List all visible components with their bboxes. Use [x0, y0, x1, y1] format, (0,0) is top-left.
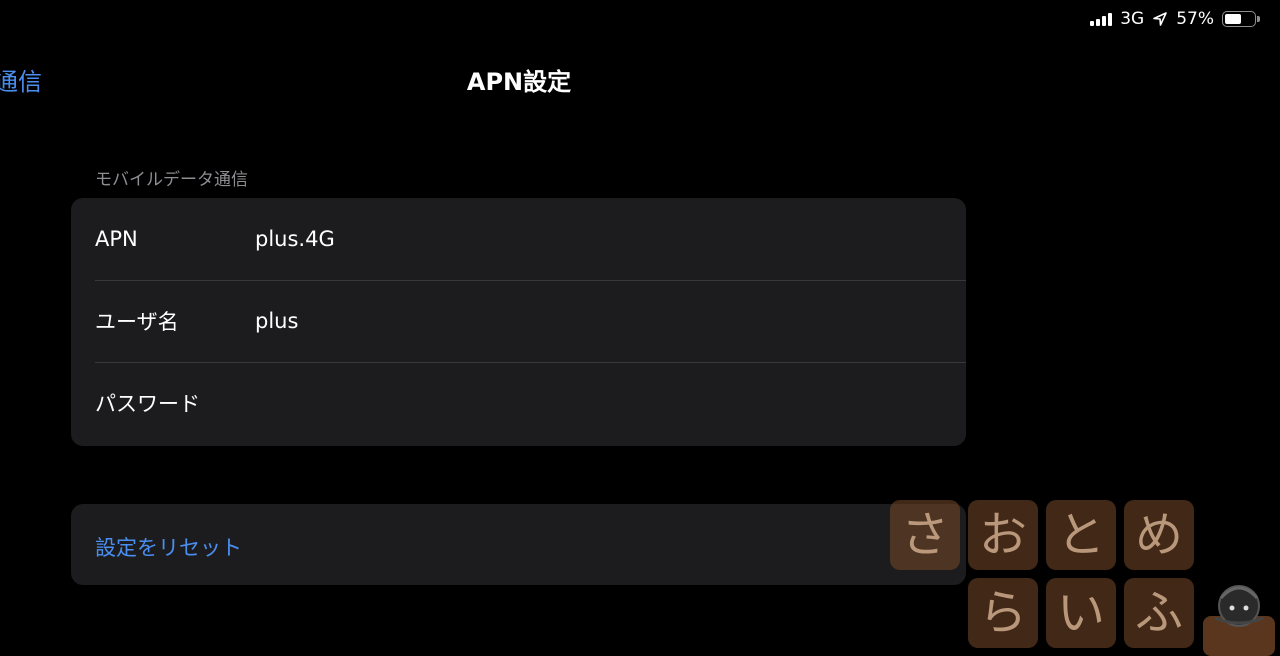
- apn-label: APN: [95, 227, 138, 251]
- section-header: モバイルデータ通信: [95, 170, 248, 190]
- reset-group: 設定をリセット: [71, 504, 966, 585]
- cellular-signal-icon: [1090, 12, 1113, 26]
- watermark-char: い: [1046, 578, 1116, 648]
- mascot-icon: [1203, 585, 1275, 656]
- watermark-char: と: [1046, 500, 1116, 570]
- network-type: 3G: [1120, 9, 1145, 29]
- password-row[interactable]: パスワード: [71, 362, 966, 444]
- watermark-char: ら: [968, 578, 1038, 648]
- watermark-char: め: [1124, 500, 1194, 570]
- username-field[interactable]: plus: [255, 309, 298, 333]
- password-label: パスワード: [95, 392, 200, 416]
- username-label: ユーザ名: [95, 310, 179, 334]
- watermark-char: さ: [890, 500, 960, 570]
- status-bar: 3G 57%: [1090, 8, 1260, 30]
- screen: 3G 57% 通信 APN設定 モバイルデータ通信 APN plus.4G ユー…: [0, 0, 1280, 656]
- watermark-char: ふ: [1124, 578, 1194, 648]
- apn-row[interactable]: APN plus.4G: [71, 198, 966, 280]
- battery-fill: [1225, 14, 1241, 24]
- watermark-logo: さ お と め ら い ふ: [888, 498, 1280, 656]
- battery-percent: 57%: [1176, 9, 1214, 29]
- watermark-char: お: [968, 500, 1038, 570]
- apn-settings-group: APN plus.4G ユーザ名 plus パスワード: [71, 198, 966, 446]
- username-row[interactable]: ユーザ名 plus: [71, 280, 966, 362]
- battery-icon: [1222, 11, 1260, 27]
- page-title: APN設定: [466, 68, 572, 96]
- reset-settings-button[interactable]: 設定をリセット: [95, 532, 242, 562]
- apn-field[interactable]: plus.4G: [255, 227, 335, 251]
- location-arrow-icon: [1153, 12, 1168, 26]
